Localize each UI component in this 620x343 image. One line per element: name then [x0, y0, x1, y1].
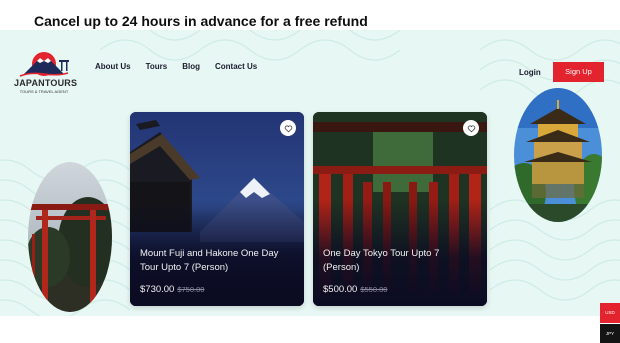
- mount-fuji-icon: [19, 52, 69, 77]
- promo-banner: Cancel up to 24 hours in advance for a f…: [0, 0, 620, 30]
- logo-wordmark: JAPANTOURS: [14, 78, 78, 88]
- tour-card[interactable]: Mount Fuji and Hakone One Day Tour Upto …: [130, 112, 304, 306]
- logo-tagline: TOURS & TRAVEL AGENT: [19, 89, 69, 94]
- favorite-button[interactable]: [463, 120, 479, 136]
- tour-price: $500.00: [323, 284, 358, 295]
- tour-price: $730.00: [140, 284, 175, 295]
- tour-title[interactable]: Mount Fuji and Hakone One Day Tour Upto …: [140, 247, 295, 275]
- tour-old-price: $750.00: [177, 285, 205, 294]
- nav-item-contact-us[interactable]: Contact Us: [215, 62, 257, 76]
- heart-icon: [284, 125, 292, 132]
- tour-title[interactable]: One Day Tokyo Tour Upto 7 (Person): [323, 247, 478, 275]
- tour-card[interactable]: One Day Tokyo Tour Upto 7 (Person) $500.…: [313, 112, 487, 306]
- price-row: $500.00 $550.00: [323, 284, 387, 295]
- nav-item-blog[interactable]: Blog: [182, 62, 200, 76]
- nav-item-about-us[interactable]: About Us: [95, 62, 131, 76]
- signup-button[interactable]: Sign Up: [553, 62, 604, 82]
- promo-banner-text: Cancel up to 24 hours in advance for a f…: [34, 13, 368, 29]
- nav-item-tours[interactable]: Tours: [146, 62, 168, 76]
- hero-section: JAPANTOURS TOURS & TRAVEL AGENT About Us…: [0, 30, 620, 316]
- site-logo[interactable]: JAPANTOURS TOURS & TRAVEL AGENT: [14, 50, 78, 94]
- mount-fuji-photo: [130, 112, 304, 306]
- golden-pavilion-image: [514, 88, 602, 222]
- torii-tunnel-photo: [313, 112, 487, 306]
- torii-gate-image: [28, 162, 112, 312]
- heart-icon: [467, 125, 475, 132]
- currency-switcher[interactable]: USD: [600, 303, 620, 323]
- favorite-button[interactable]: [280, 120, 296, 136]
- main-nav: About Us Tours Blog Contact Us: [95, 62, 257, 76]
- language-switcher[interactable]: JPY: [600, 324, 620, 343]
- price-row: $730.00 $750.00: [140, 284, 204, 295]
- login-link[interactable]: Login: [519, 68, 541, 77]
- tour-old-price: $550.00: [360, 285, 388, 294]
